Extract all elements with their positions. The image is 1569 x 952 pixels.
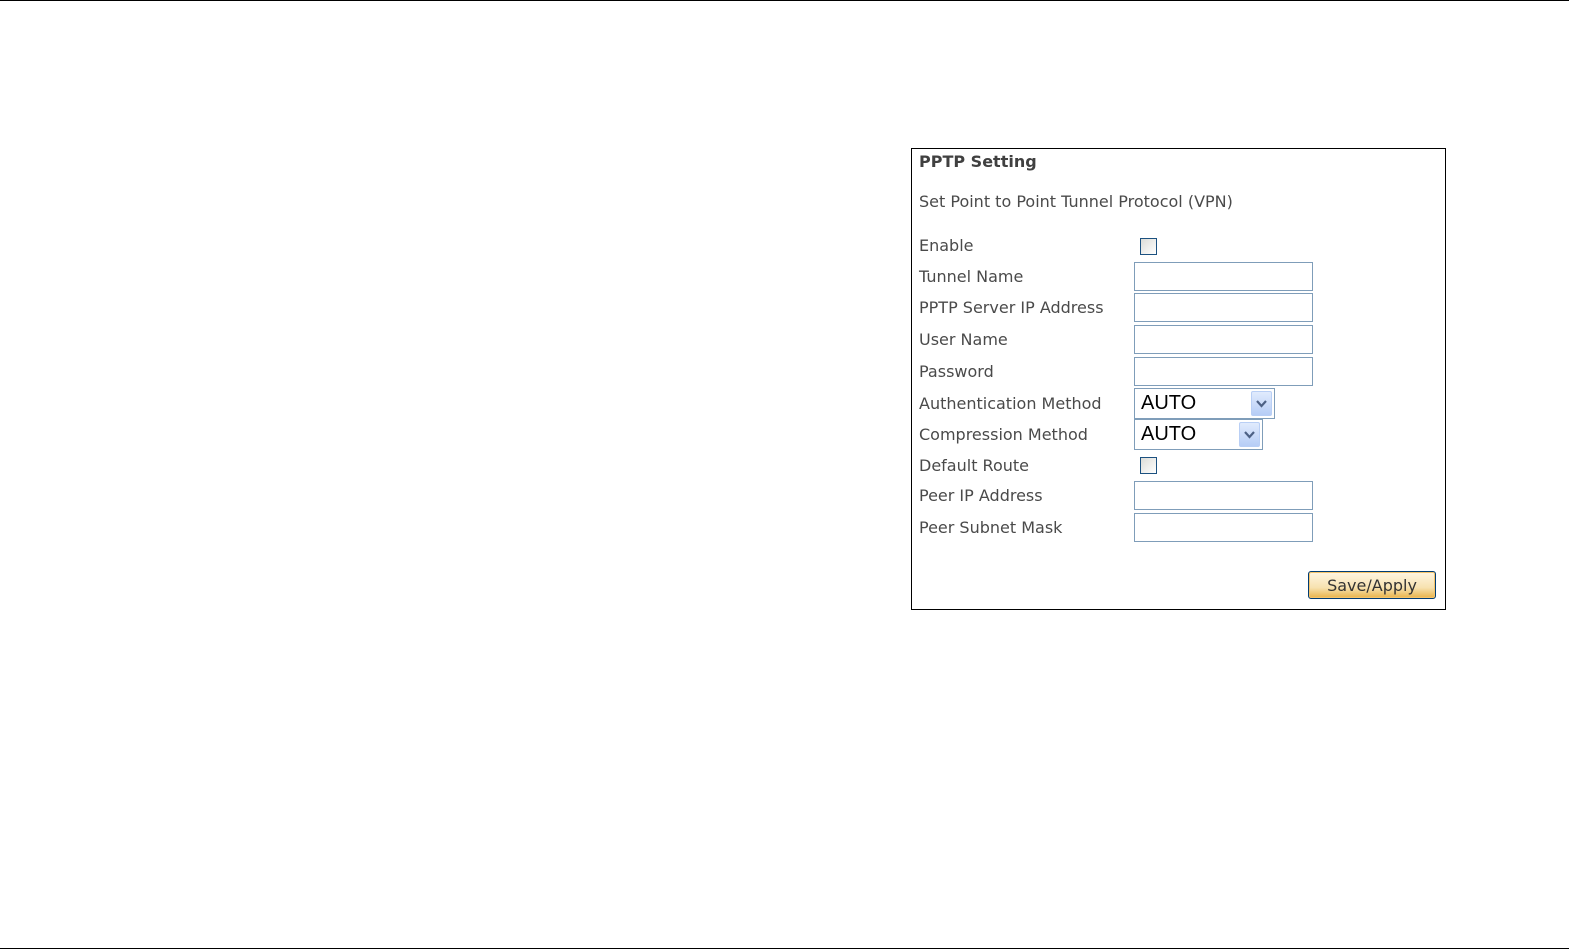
bottom-divider [0,948,1569,949]
auth-method-select[interactable]: AUTO [1134,388,1275,419]
chevron-down-icon[interactable] [1239,422,1260,447]
user-name-label: User Name [919,330,1008,349]
tunnel-name-label: Tunnel Name [919,267,1024,286]
password-input[interactable] [1134,357,1313,386]
peer-ip-label: Peer IP Address [919,486,1043,505]
top-divider [0,0,1569,1]
panel-title: PPTP Setting [919,152,1037,171]
panel-subtitle: Set Point to Point Tunnel Protocol (VPN) [919,192,1233,211]
compression-method-select[interactable]: AUTO [1134,419,1263,450]
chevron-down-icon[interactable] [1251,391,1272,416]
compression-method-label: Compression Method [919,425,1088,444]
save-apply-button[interactable]: Save/Apply [1308,571,1436,599]
compression-method-value: AUTO [1141,423,1197,445]
auth-method-label: Authentication Method [919,394,1102,413]
server-ip-input[interactable] [1134,293,1313,322]
peer-subnet-input[interactable] [1134,513,1313,542]
default-route-label: Default Route [919,456,1029,475]
tunnel-name-input[interactable] [1134,262,1313,291]
password-label: Password [919,362,994,381]
enable-label: Enable [919,236,974,255]
peer-ip-input[interactable] [1134,481,1313,510]
pptp-setting-panel: PPTP Setting Set Point to Point Tunnel P… [911,148,1446,610]
server-ip-label: PPTP Server IP Address [919,298,1104,317]
default-route-checkbox[interactable] [1140,457,1157,474]
peer-subnet-label: Peer Subnet Mask [919,518,1063,537]
enable-checkbox[interactable] [1140,238,1157,255]
auth-method-value: AUTO [1141,392,1197,414]
user-name-input[interactable] [1134,325,1313,354]
